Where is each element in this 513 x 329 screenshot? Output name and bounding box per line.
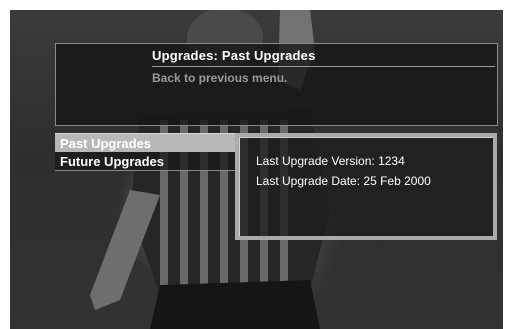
menu-item-future-upgrades[interactable]: Future Upgrades [55, 152, 240, 171]
back-to-previous-menu-link[interactable]: Back to previous menu. [152, 71, 287, 85]
upgrade-info-panel: Last Upgrade Version: 1234 Last Upgrade … [235, 133, 497, 240]
header-divider [152, 66, 495, 67]
upgrades-menu: Past Upgrades Future Upgrades [55, 133, 240, 171]
last-upgrade-version: Last Upgrade Version: 1234 [256, 154, 405, 168]
last-upgrade-date: Last Upgrade Date: 25 Feb 2000 [256, 174, 431, 188]
header-panel: Upgrades: Past Upgrades Back to previous… [55, 43, 498, 126]
tv-screen: Upgrades: Past Upgrades Back to previous… [10, 10, 503, 329]
menu-item-past-upgrades[interactable]: Past Upgrades [55, 133, 240, 152]
page-title: Upgrades: Past Upgrades [152, 48, 316, 63]
